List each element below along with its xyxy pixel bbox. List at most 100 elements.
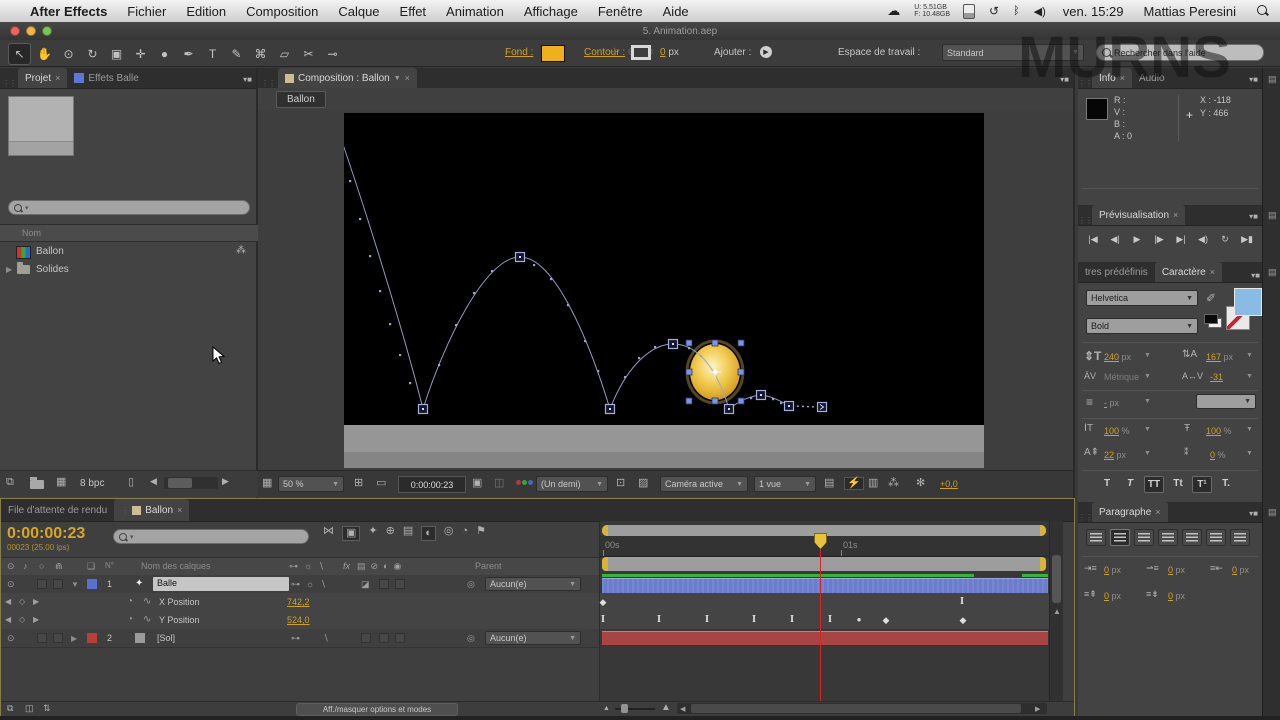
faux-bold-button[interactable]: T [1098, 476, 1116, 491]
target-region-icon[interactable]: ⊡ [616, 478, 625, 489]
traffic-light-zoom[interactable] [42, 26, 52, 36]
layer-bar-sol[interactable] [602, 631, 1048, 646]
loop-button[interactable]: ↻ [1216, 231, 1234, 247]
font-style-dropdown[interactable]: Bold▼ [1086, 318, 1198, 334]
layer-name[interactable]: [Sol] [157, 633, 175, 643]
property-name[interactable]: X Position [159, 597, 200, 607]
eraser-mode-icon[interactable]: ◪ [361, 579, 370, 590]
panel-menu-icon[interactable]: ▾■ [1245, 209, 1262, 225]
rotate-tool-icon[interactable]: ↻ [82, 44, 103, 64]
show-snapshot-icon[interactable]: ◫ [494, 478, 504, 489]
space-after-value[interactable]: 0 px [1168, 591, 1185, 601]
close-icon[interactable]: × [1155, 507, 1160, 517]
shape-tool-icon[interactable]: ● [154, 44, 175, 64]
parent-pickwhip-icon[interactable]: ◎ [467, 633, 475, 644]
viewer-timecode[interactable]: 0:00:00:23 [398, 476, 466, 493]
property-value[interactable]: 524,0 [287, 615, 310, 625]
name-column-label[interactable]: Nom des calques [141, 561, 211, 571]
align-right-button[interactable] [1134, 529, 1154, 546]
cpu-meter-icon[interactable] [963, 4, 975, 19]
mode-checkbox[interactable] [361, 633, 371, 643]
tab-render-queue[interactable]: File d'attente de rendu [1, 499, 114, 521]
menu-edition[interactable]: Edition [176, 4, 236, 19]
align-center-button[interactable] [1110, 529, 1130, 546]
empty-dropdown[interactable]: ▼ [1196, 394, 1256, 409]
panel-grip[interactable]: ⋮⋮ [0, 79, 18, 88]
mode-checkbox[interactable] [379, 633, 389, 643]
parent-pickwhip-icon[interactable]: ◎ [467, 579, 475, 590]
exposure-value[interactable]: +0,0 [940, 479, 958, 489]
volume-icon[interactable]: ◀) [1027, 5, 1053, 18]
justify-last-center-button[interactable] [1182, 529, 1202, 546]
keyframe-center-dot[interactable] [672, 343, 674, 345]
menu-after-effects[interactable]: After Effects [20, 4, 117, 19]
tab-effets-balle[interactable]: Effets Balle [67, 68, 145, 88]
layer-row-sol[interactable]: ⊙ ▶ 2 [Sol] ⊶ ∖ ◎ Aucun(e)▼ [1, 629, 599, 648]
all-caps-button[interactable]: TT [1144, 476, 1164, 493]
keyframe-hourglass[interactable]: I [752, 613, 756, 625]
panel-menu-icon[interactable]: ▾■ [1249, 270, 1262, 282]
justify-last-right-button[interactable] [1206, 529, 1226, 546]
label-color-chip[interactable] [87, 579, 97, 589]
menu-calque[interactable]: Calque [328, 4, 389, 19]
timeline-search-input[interactable]: ▾ [113, 529, 309, 544]
channels-icon[interactable] [516, 480, 533, 485]
graph-icon[interactable]: ∿ [143, 596, 151, 607]
traffic-light-close[interactable] [10, 26, 20, 36]
menubar-clock[interactable]: ven. 15:29 [1053, 4, 1134, 19]
layer-row-balle[interactable]: ⊙ ▼ 1 ✦ Balle ⊶☼∖ ◪ ◎ Aucun(e)▼ [1, 575, 599, 594]
eye-icon[interactable]: ⊙ [7, 579, 15, 590]
time-machine-icon[interactable]: ↺ [982, 4, 1006, 18]
selection-handle[interactable] [712, 340, 718, 346]
project-item-ballon[interactable]: Ballon ⁂ [0, 244, 258, 261]
chevron-down-icon[interactable]: ▼ [1144, 373, 1151, 380]
stroke-color-swatch[interactable] [631, 45, 651, 60]
bpc-label[interactable]: 8 bpc [80, 478, 104, 489]
horizontal-scale-value[interactable]: 100 % [1206, 426, 1232, 436]
chevron-down-icon[interactable]: ▼ [1246, 450, 1253, 457]
project-item-solides[interactable]: ▶ Solides [0, 262, 258, 279]
keyframe-circle[interactable]: ● [857, 615, 862, 624]
new-composition-icon[interactable]: ▦ [56, 477, 66, 488]
traffic-light-minimize[interactable] [26, 26, 36, 36]
dock-grip-icon[interactable]: ▤ [1268, 210, 1277, 221]
keyframe-hourglass[interactable]: I [657, 613, 661, 625]
eye-icon[interactable]: ⊙ [7, 633, 15, 644]
menubar-user[interactable]: Mattias Peresini [1134, 4, 1246, 19]
menu-animation[interactable]: Animation [436, 4, 514, 19]
menu-fenêtre[interactable]: Fenêtre [588, 4, 653, 19]
graph-editor-icon[interactable]: ◔ [462, 526, 469, 541]
keyframe-hourglass[interactable]: I [828, 613, 832, 625]
dock-grip-icon[interactable]: ▤ [1268, 507, 1277, 518]
playhead-line[interactable] [820, 541, 821, 701]
hide-shy-layers-icon[interactable]: ✦ [368, 526, 377, 541]
chevron-down-icon[interactable]: ▼ [1246, 373, 1253, 380]
project-search-input[interactable]: ▾ [8, 200, 250, 215]
selection-handle[interactable] [738, 369, 744, 375]
keyframe-hourglass[interactable]: I [601, 613, 605, 625]
solo-checkbox[interactable] [37, 579, 47, 589]
close-icon[interactable]: × [1173, 210, 1178, 220]
brainstorm-icon[interactable]: ◐ [421, 526, 436, 541]
frame-blending-icon[interactable]: ⊕ [386, 526, 395, 541]
auto-keyframe-icon[interactable]: ◎ [444, 526, 454, 541]
keyframe-hourglass[interactable]: I [960, 595, 964, 607]
project-list-header[interactable]: Nom [0, 224, 258, 242]
keyframe-hourglass[interactable]: I [790, 613, 794, 625]
spotlight-icon[interactable] [1256, 4, 1270, 18]
transparency-grid-icon[interactable]: ▨ [638, 478, 648, 489]
scroll-right-icon[interactable]: ▶ [222, 477, 229, 486]
layer-bar-balle[interactable] [602, 578, 1048, 594]
pan-behind-tool-icon[interactable]: ✛ [130, 44, 151, 64]
previous-frame-button[interactable]: ◀| [1106, 231, 1124, 247]
tracking-value[interactable]: -31 [1210, 372, 1223, 382]
parent-dropdown[interactable]: Aucun(e)▼ [485, 631, 581, 645]
layer-switches-icons[interactable]: ⊶ [291, 633, 306, 644]
mode-checkbox[interactable] [395, 633, 405, 643]
scroll-right-icon[interactable]: ▶ [1035, 705, 1040, 713]
stopwatch-icon[interactable]: ◔ [127, 614, 133, 625]
fill-label[interactable]: Fond : [505, 47, 533, 58]
eraser-tool-icon[interactable]: ▱ [274, 44, 295, 64]
keyframe-diamond[interactable]: ◆ [960, 615, 967, 626]
toggle-switches-modes-button[interactable]: Aff./masquer options et modes [296, 703, 458, 716]
